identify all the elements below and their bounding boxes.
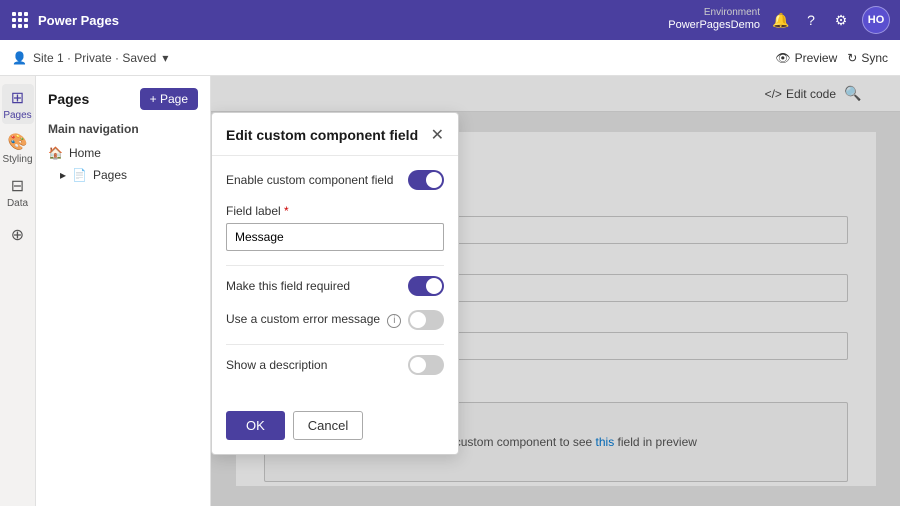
modal-footer: OK Cancel — [212, 403, 458, 454]
sync-label: Sync — [861, 51, 888, 65]
field-label-required-star: * — [284, 204, 289, 218]
dropdown-arrow-icon[interactable]: ▾ — [162, 51, 168, 65]
show-description-row: Show a description — [226, 355, 444, 375]
doc-icon: 📄 — [72, 168, 87, 182]
data-icon: ⊟ — [11, 176, 24, 196]
modal-body: Enable custom component field Field labe… — [212, 156, 458, 403]
sidebar-item-styling[interactable]: 🎨 Styling — [2, 128, 34, 168]
site-info-text: Site 1 · Private · Saved — [33, 51, 156, 65]
avatar[interactable]: HO — [862, 6, 890, 34]
sync-icon: ↻ — [847, 51, 857, 65]
more-icon: ⊕ — [11, 225, 24, 245]
home-icon: 🏠 — [48, 146, 63, 160]
sidebar-item-more[interactable]: ⊕ — [2, 216, 34, 256]
settings-icon[interactable]: ⚙ — [832, 11, 850, 29]
modal-divider-2 — [226, 344, 444, 345]
nav-section-title: Main navigation — [36, 118, 210, 142]
main-layout: ⊞ Pages 🎨 Styling ⊟ Data ⊕ Pages + Page … — [0, 76, 900, 506]
preview-label: Preview — [795, 51, 838, 65]
nav-home-label: Home — [69, 146, 101, 160]
make-required-toggle[interactable] — [408, 276, 444, 296]
sidebar-pages-label: Pages — [3, 110, 31, 121]
modal-divider-1 — [226, 265, 444, 266]
sidebar-styling-label: Styling — [2, 154, 32, 165]
modal-close-button[interactable]: ✕ — [431, 125, 444, 145]
eye-icon: 👁 — [775, 51, 790, 65]
sidebar-data-label: Data — [7, 198, 28, 209]
enable-component-row: Enable custom component field — [226, 170, 444, 190]
top-nav-left: Power Pages — [10, 10, 119, 30]
nav-pages-label: Pages — [93, 168, 127, 182]
make-required-row: Make this field required — [226, 276, 444, 296]
second-bar-right: 👁 Preview ↻ Sync — [775, 51, 888, 65]
styling-icon: 🎨 — [8, 132, 28, 152]
top-nav-right: Environment PowerPagesDemo 🔔 ? ⚙ HO — [668, 6, 890, 34]
help-icon[interactable]: ? — [802, 11, 820, 29]
environment-info: Environment PowerPagesDemo — [668, 7, 760, 32]
app-name: Power Pages — [38, 13, 119, 28]
pages-header: Pages + Page — [36, 84, 210, 118]
make-required-label: Make this field required — [226, 279, 350, 293]
waffle-icon[interactable] — [10, 10, 30, 30]
cancel-button[interactable]: Cancel — [293, 411, 363, 440]
nav-item-pages[interactable]: ▸ 📄 Pages — [36, 164, 210, 186]
show-description-label: Show a description — [226, 358, 327, 372]
preview-button[interactable]: 👁 Preview — [775, 51, 837, 65]
content-area: </> Edit code 🔍 ⤢ Fill in your details N… — [211, 76, 900, 506]
sidebar-item-pages[interactable]: ⊞ Pages — [2, 84, 34, 124]
notification-icon[interactable]: 🔔 — [772, 11, 790, 29]
field-label-section: Field label * — [226, 204, 444, 251]
environment-label: Environment — [704, 7, 760, 19]
enable-label: Enable custom component field — [226, 173, 393, 187]
sync-button[interactable]: ↻ Sync — [847, 51, 888, 65]
field-label-input[interactable] — [226, 223, 444, 251]
sidebar-item-data[interactable]: ⊟ Data — [2, 172, 34, 212]
chevron-right-icon: ▸ — [60, 168, 66, 182]
left-sidebar: ⊞ Pages 🎨 Styling ⊟ Data ⊕ — [0, 76, 36, 506]
edit-component-field-modal: Edit custom component field ✕ Enable cus… — [211, 112, 459, 455]
show-description-toggle[interactable] — [408, 355, 444, 375]
pages-panel: Pages + Page Main navigation 🏠 Home ▸ 📄 … — [36, 76, 211, 506]
custom-error-row: Use a custom error message i — [226, 310, 444, 330]
ok-button[interactable]: OK — [226, 411, 285, 440]
enable-toggle[interactable] — [408, 170, 444, 190]
add-page-button[interactable]: + Page — [140, 88, 198, 110]
field-label-heading: Field label * — [226, 204, 444, 218]
custom-error-label: Use a custom error message i — [226, 312, 401, 328]
top-nav: Power Pages Environment PowerPagesDemo 🔔… — [0, 0, 900, 40]
modal-title: Edit custom component field — [226, 127, 418, 143]
pages-title: Pages — [48, 91, 89, 107]
nav-item-home[interactable]: 🏠 Home — [36, 142, 210, 164]
modal-header: Edit custom component field ✕ — [212, 113, 458, 156]
second-bar: 👤 Site 1 · Private · Saved ▾ 👁 Preview ↻… — [0, 40, 900, 76]
info-icon[interactable]: i — [387, 314, 401, 328]
environment-name: PowerPagesDemo — [668, 19, 760, 32]
pages-icon: ⊞ — [11, 88, 24, 108]
person-icon: 👤 — [12, 51, 27, 65]
custom-error-toggle[interactable] — [408, 310, 444, 330]
site-info: 👤 Site 1 · Private · Saved ▾ — [12, 51, 168, 65]
